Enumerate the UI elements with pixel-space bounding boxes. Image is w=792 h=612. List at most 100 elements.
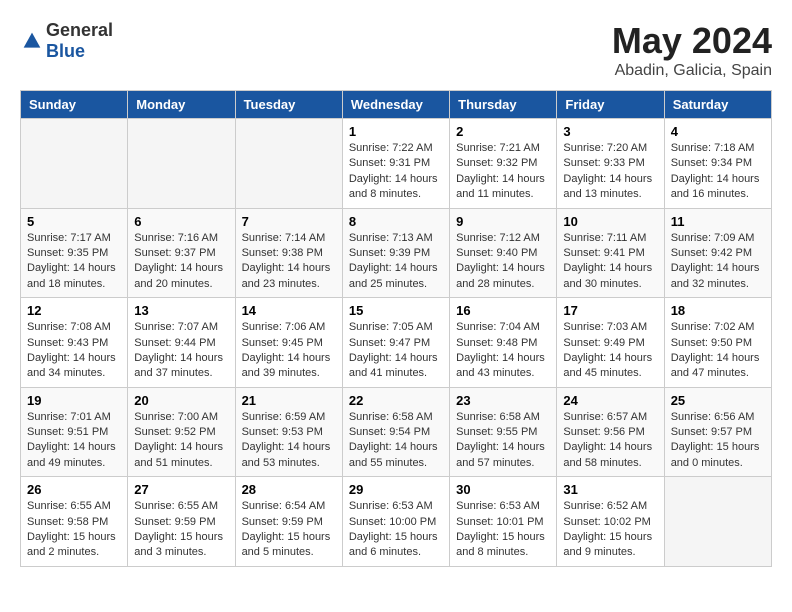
day-daylight: Daylight: 14 hours and 16 minutes. — [671, 173, 760, 200]
day-number: 18 — [671, 303, 765, 318]
day-sunrise: Sunrise: 6:58 AM — [349, 411, 433, 423]
day-sunset: Sunset: 9:34 PM — [671, 157, 752, 169]
day-sunset: Sunset: 9:49 PM — [563, 337, 644, 349]
calendar-cell: 2 Sunrise: 7:21 AM Sunset: 9:32 PM Dayli… — [450, 119, 557, 209]
day-daylight: Daylight: 14 hours and 20 minutes. — [134, 262, 223, 289]
day-sunrise: Sunrise: 6:53 AM — [456, 500, 540, 512]
day-number: 15 — [349, 303, 443, 318]
day-daylight: Daylight: 15 hours and 8 minutes. — [456, 531, 545, 558]
day-daylight: Daylight: 14 hours and 13 minutes. — [563, 173, 652, 200]
calendar-table: SundayMondayTuesdayWednesdayThursdayFrid… — [20, 90, 772, 567]
day-number: 14 — [242, 303, 336, 318]
day-sunrise: Sunrise: 6:55 AM — [27, 500, 111, 512]
calendar-cell: 24 Sunrise: 6:57 AM Sunset: 9:56 PM Dayl… — [557, 387, 664, 477]
calendar-cell: 5 Sunrise: 7:17 AM Sunset: 9:35 PM Dayli… — [21, 208, 128, 298]
day-sunrise: Sunrise: 7:17 AM — [27, 232, 111, 244]
day-daylight: Daylight: 14 hours and 37 minutes. — [134, 352, 223, 379]
day-daylight: Daylight: 15 hours and 2 minutes. — [27, 531, 116, 558]
day-number: 25 — [671, 393, 765, 408]
day-daylight: Daylight: 14 hours and 23 minutes. — [242, 262, 331, 289]
calendar-cell — [128, 119, 235, 209]
calendar-cell: 6 Sunrise: 7:16 AM Sunset: 9:37 PM Dayli… — [128, 208, 235, 298]
calendar-cell: 8 Sunrise: 7:13 AM Sunset: 9:39 PM Dayli… — [342, 208, 449, 298]
day-daylight: Daylight: 14 hours and 49 minutes. — [27, 441, 116, 468]
day-daylight: Daylight: 14 hours and 43 minutes. — [456, 352, 545, 379]
calendar-cell: 31 Sunrise: 6:52 AM Sunset: 10:02 PM Day… — [557, 477, 664, 567]
weekday-header-saturday: Saturday — [664, 91, 771, 119]
day-sunset: Sunset: 9:39 PM — [349, 247, 430, 259]
day-sunrise: Sunrise: 6:56 AM — [671, 411, 755, 423]
day-daylight: Daylight: 14 hours and 39 minutes. — [242, 352, 331, 379]
day-sunset: Sunset: 10:02 PM — [563, 516, 650, 528]
month-year: May 2024 — [612, 20, 772, 62]
day-sunrise: Sunrise: 7:14 AM — [242, 232, 326, 244]
day-sunset: Sunset: 9:35 PM — [27, 247, 108, 259]
day-daylight: Daylight: 14 hours and 8 minutes. — [349, 173, 438, 200]
day-number: 19 — [27, 393, 121, 408]
day-sunrise: Sunrise: 7:04 AM — [456, 321, 540, 333]
day-daylight: Daylight: 15 hours and 6 minutes. — [349, 531, 438, 558]
day-sunset: Sunset: 10:01 PM — [456, 516, 543, 528]
calendar-cell: 22 Sunrise: 6:58 AM Sunset: 9:54 PM Dayl… — [342, 387, 449, 477]
day-daylight: Daylight: 14 hours and 41 minutes. — [349, 352, 438, 379]
logo-icon — [22, 31, 42, 51]
calendar-cell: 9 Sunrise: 7:12 AM Sunset: 9:40 PM Dayli… — [450, 208, 557, 298]
day-number: 26 — [27, 482, 121, 497]
day-sunrise: Sunrise: 7:09 AM — [671, 232, 755, 244]
weekday-header-sunday: Sunday — [21, 91, 128, 119]
day-daylight: Daylight: 14 hours and 53 minutes. — [242, 441, 331, 468]
day-sunrise: Sunrise: 7:12 AM — [456, 232, 540, 244]
calendar-cell: 13 Sunrise: 7:07 AM Sunset: 9:44 PM Dayl… — [128, 298, 235, 388]
day-number: 7 — [242, 214, 336, 229]
day-sunrise: Sunrise: 6:53 AM — [349, 500, 433, 512]
day-number: 9 — [456, 214, 550, 229]
calendar-cell: 16 Sunrise: 7:04 AM Sunset: 9:48 PM Dayl… — [450, 298, 557, 388]
day-number: 3 — [563, 124, 657, 139]
logo: General Blue — [20, 20, 113, 62]
day-daylight: Daylight: 15 hours and 3 minutes. — [134, 531, 223, 558]
day-number: 28 — [242, 482, 336, 497]
day-sunset: Sunset: 9:45 PM — [242, 337, 323, 349]
calendar-cell: 21 Sunrise: 6:59 AM Sunset: 9:53 PM Dayl… — [235, 387, 342, 477]
day-daylight: Daylight: 14 hours and 18 minutes. — [27, 262, 116, 289]
day-sunrise: Sunrise: 7:22 AM — [349, 142, 433, 154]
day-sunrise: Sunrise: 6:57 AM — [563, 411, 647, 423]
day-number: 16 — [456, 303, 550, 318]
calendar-cell: 10 Sunrise: 7:11 AM Sunset: 9:41 PM Dayl… — [557, 208, 664, 298]
day-sunrise: Sunrise: 6:58 AM — [456, 411, 540, 423]
calendar-cell: 26 Sunrise: 6:55 AM Sunset: 9:58 PM Dayl… — [21, 477, 128, 567]
day-daylight: Daylight: 14 hours and 58 minutes. — [563, 441, 652, 468]
day-sunrise: Sunrise: 7:13 AM — [349, 232, 433, 244]
day-sunset: Sunset: 9:48 PM — [456, 337, 537, 349]
calendar-cell: 17 Sunrise: 7:03 AM Sunset: 9:49 PM Dayl… — [557, 298, 664, 388]
calendar-cell: 20 Sunrise: 7:00 AM Sunset: 9:52 PM Dayl… — [128, 387, 235, 477]
day-sunrise: Sunrise: 6:55 AM — [134, 500, 218, 512]
day-sunrise: Sunrise: 7:16 AM — [134, 232, 218, 244]
logo-text-blue: Blue — [46, 41, 85, 61]
day-sunset: Sunset: 9:58 PM — [27, 516, 108, 528]
day-sunset: Sunset: 9:59 PM — [134, 516, 215, 528]
title-block: May 2024 Abadin, Galicia, Spain — [612, 20, 772, 80]
weekday-header-friday: Friday — [557, 91, 664, 119]
day-sunset: Sunset: 9:55 PM — [456, 426, 537, 438]
day-daylight: Daylight: 14 hours and 32 minutes. — [671, 262, 760, 289]
day-daylight: Daylight: 14 hours and 47 minutes. — [671, 352, 760, 379]
page-header: General Blue May 2024 Abadin, Galicia, S… — [20, 20, 772, 80]
calendar-cell: 7 Sunrise: 7:14 AM Sunset: 9:38 PM Dayli… — [235, 208, 342, 298]
day-number: 13 — [134, 303, 228, 318]
day-sunrise: Sunrise: 6:54 AM — [242, 500, 326, 512]
calendar-cell: 18 Sunrise: 7:02 AM Sunset: 9:50 PM Dayl… — [664, 298, 771, 388]
day-sunset: Sunset: 9:42 PM — [671, 247, 752, 259]
day-sunset: Sunset: 9:44 PM — [134, 337, 215, 349]
location: Abadin, Galicia, Spain — [612, 62, 772, 80]
day-sunrise: Sunrise: 7:11 AM — [563, 232, 646, 244]
day-sunrise: Sunrise: 7:07 AM — [134, 321, 218, 333]
day-sunset: Sunset: 9:32 PM — [456, 157, 537, 169]
day-sunrise: Sunrise: 7:21 AM — [456, 142, 540, 154]
calendar-cell: 1 Sunrise: 7:22 AM Sunset: 9:31 PM Dayli… — [342, 119, 449, 209]
weekday-header-tuesday: Tuesday — [235, 91, 342, 119]
day-number: 4 — [671, 124, 765, 139]
day-sunset: Sunset: 9:52 PM — [134, 426, 215, 438]
calendar-cell — [235, 119, 342, 209]
day-number: 11 — [671, 214, 765, 229]
